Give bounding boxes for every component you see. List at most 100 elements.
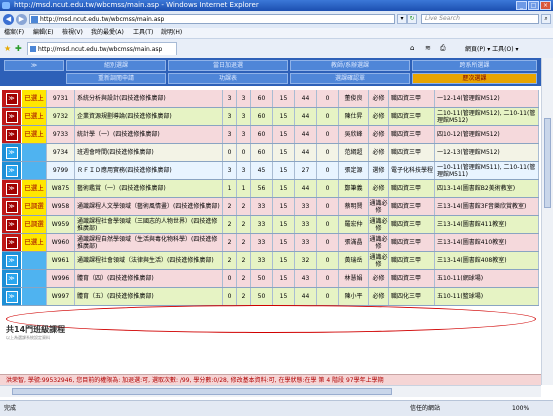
cell-name: ＲＦＩＤ應用實務(四技進修推廣部): [75, 162, 223, 179]
select-course-button[interactable]: ≫: [5, 218, 18, 231]
ie-icon: [2, 2, 10, 9]
cell-c6: 0: [317, 288, 339, 305]
cell-type: 必修: [369, 270, 389, 287]
cell-c5: 27: [295, 162, 317, 179]
forward-icon[interactable]: ▶: [16, 14, 27, 25]
cell-name: 班週會時間(四技進修推廣部): [75, 144, 223, 161]
tab-row: ★ ✚ http://msd.ncut.edu.tw/wbcmss/main.a…: [0, 38, 553, 59]
horizontal-scrollbar[interactable]: [0, 385, 541, 397]
table-row: ≫ 已選上 W875 藝術鑑賞（一）(四技進修推廣部) 1 1 56 15 44 0 鄭筆義 必修 職四…: [2, 180, 539, 198]
table-row: ≫ 已選上 W960 通識課程自然學領域（生活與毒化物科學）(四技進修推廣部) 2 2 33…: [2, 234, 539, 252]
vertical-scroll-thumb[interactable]: [544, 118, 551, 208]
user-status-bar: 洪荣智, 學號:99532946, 您目前的權限為: 加退選:可, 選取次數: …: [0, 374, 541, 385]
select-cell: ≫: [2, 126, 22, 143]
cell-time: 五10-11(籃球場): [435, 288, 539, 305]
add-favorite-icon[interactable]: ✚: [15, 44, 22, 53]
cell-c6: 0: [317, 216, 339, 233]
maximize-icon[interactable]: □: [528, 1, 539, 10]
cell-teacher: 蔡明賢: [339, 198, 369, 215]
select-course-button[interactable]: ≫: [5, 146, 18, 159]
cell-time: 四10-12(管理館M512): [435, 126, 539, 143]
menu-help[interactable]: 說明(H): [161, 28, 182, 38]
nav-arrow[interactable]: ≫: [4, 60, 64, 71]
menu-file[interactable]: 檔案(F): [4, 28, 24, 38]
cell-c5: 44: [295, 108, 317, 125]
select-course-button[interactable]: ≫: [5, 92, 18, 105]
cell-type: 選修: [369, 162, 389, 179]
horizontal-scroll-thumb[interactable]: [12, 388, 392, 395]
nav-reapply[interactable]: 重新調閱申請: [66, 73, 166, 84]
nav-confirm-sheet[interactable]: 選課確認單: [290, 73, 410, 84]
select-course-button[interactable]: ≫: [5, 182, 18, 195]
home-icon[interactable]: ⌂: [410, 44, 414, 52]
select-course-button[interactable]: ≫: [5, 272, 18, 285]
nav-teacher-select[interactable]: 教師/系辦選課: [290, 60, 410, 71]
cell-c1: 0: [223, 288, 237, 305]
page-tools-menu[interactable]: 網頁(P) ▾ 工具(O) ▾: [465, 44, 518, 53]
menu-bar: 檔案(F) 編輯(E) 檢視(V) 我的最愛(A) 工具(T) 說明(H): [0, 28, 553, 38]
search-icon[interactable]: ⌕: [541, 14, 551, 24]
cell-time: 四13-14(圖書館B2美術教室): [435, 180, 539, 197]
favorites-star-icon[interactable]: ★: [4, 44, 11, 53]
cell-type: 通識必修: [369, 198, 389, 215]
address-input[interactable]: http://msd.ncut.edu.tw/wbcmss/main.asp: [29, 14, 395, 24]
minimize-icon[interactable]: _: [516, 1, 527, 10]
cell-c1: 0: [223, 270, 237, 287]
cell-c1: 1: [223, 180, 237, 197]
vertical-scrollbar[interactable]: [541, 58, 553, 385]
table-row: ≫ 9734 班週會時間(四技進修推廣部) 0 0 60 15 44 0 范綱超 必修 職四資三甲 一1…: [2, 144, 539, 162]
refresh-icon[interactable]: ↻: [407, 14, 417, 24]
select-course-button[interactable]: ≫: [5, 128, 18, 141]
cell-time: 三13-14(圖書館410教室): [435, 234, 539, 251]
nav-daily-addrop[interactable]: 當日加退選: [168, 60, 288, 71]
cell-c4: 15: [273, 198, 295, 215]
cell-c2: 2: [237, 198, 251, 215]
nav-timetable[interactable]: 功課表: [168, 73, 288, 84]
table-row: ≫ W997 體育（五）(四技進修推廣部) 0 2 50 15 44 0 陳小平 必修 職四化三甲 五1…: [2, 288, 539, 306]
cell-c1: 3: [223, 126, 237, 143]
status-zoom[interactable]: 100%: [512, 401, 529, 416]
menu-favorites[interactable]: 我的最愛(A): [91, 28, 124, 38]
cell-code: W960: [47, 234, 75, 251]
table-row: ≫ W996 體育（四）(四技進修推廣部) 0 2 50 15 43 0 林慧娟 必修 職四資三甲 五1…: [2, 270, 539, 288]
cell-c6: 0: [317, 126, 339, 143]
select-course-button[interactable]: ≫: [5, 254, 18, 267]
cell-time: 三13-14(圖書館3F音樂欣賞教室): [435, 198, 539, 215]
course-total-note: 以上為選課系統設定資料: [6, 335, 50, 340]
cell-c3: 50: [251, 288, 273, 305]
cell-c2: 2: [237, 252, 251, 269]
select-course-button[interactable]: ≫: [5, 236, 18, 249]
window-title: http://msd.ncut.edu.tw/wbcmss/main.asp -…: [14, 1, 259, 9]
cell-c2: 1: [237, 180, 251, 197]
cell-type: 通識必修: [369, 252, 389, 269]
tab-main[interactable]: http://msd.ncut.edu.tw/wbcmss/main.asp: [27, 42, 177, 55]
select-course-button[interactable]: ≫: [5, 110, 18, 123]
enroll-status: [22, 144, 47, 161]
cell-c2: 0: [237, 144, 251, 161]
go-icon[interactable]: ▾: [397, 14, 407, 24]
cell-c3: 60: [251, 126, 273, 143]
cell-c6: 0: [317, 144, 339, 161]
window-title-bar: http://msd.ncut.edu.tw/wbcmss/main.asp -…: [0, 0, 553, 11]
nav-group-select[interactable]: 組別選課: [66, 60, 166, 71]
menu-edit[interactable]: 編輯(E): [33, 28, 53, 38]
close-icon[interactable]: ×: [540, 1, 551, 10]
menu-tools[interactable]: 工具(T): [133, 28, 153, 38]
cell-dept: 職四化三甲: [389, 288, 435, 305]
cell-dept: 職四資三甲: [389, 126, 435, 143]
search-input[interactable]: Live Search: [421, 14, 539, 24]
cell-name: 通識課程自然學領域（生活與毒化物科學）(四技進修推廣部): [75, 234, 223, 251]
cell-time: 一10-11(管理館M511), 二10-11(管理館M511): [435, 162, 539, 179]
enroll-status: [22, 252, 47, 269]
select-course-button[interactable]: ≫: [5, 290, 18, 303]
back-icon[interactable]: ◀: [3, 14, 14, 25]
enroll-status: 已選上: [22, 108, 47, 125]
select-course-button[interactable]: ≫: [5, 164, 18, 177]
feeds-icon[interactable]: ≋: [425, 44, 431, 52]
nav-history[interactable]: 歷次選課: [412, 73, 537, 84]
cell-dept: 職四資三甲: [389, 144, 435, 161]
nav-cross-dept[interactable]: 跨系所選課: [412, 60, 537, 71]
menu-view[interactable]: 檢視(V): [62, 28, 83, 38]
select-course-button[interactable]: ≫: [5, 200, 18, 213]
print-icon[interactable]: ⎙: [440, 44, 446, 53]
